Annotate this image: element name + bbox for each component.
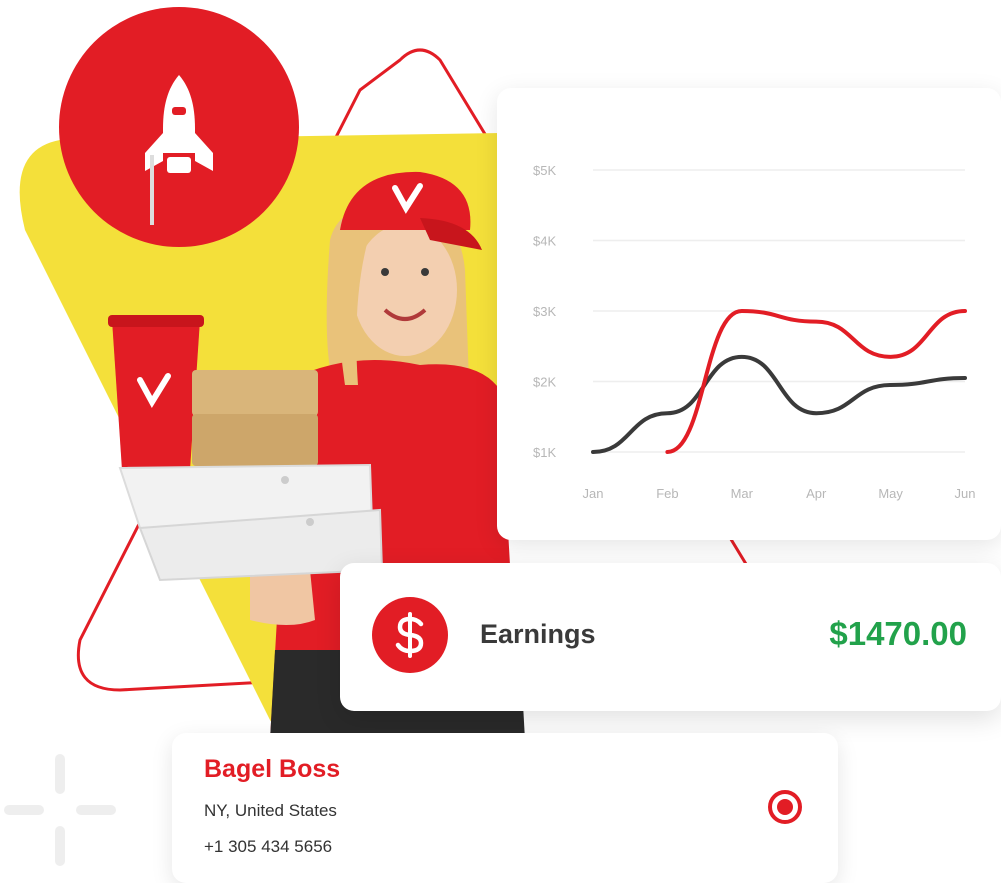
earnings-card[interactable]: Earnings $1470.00 [340, 563, 1001, 711]
x-tick-label: Jun [955, 486, 976, 501]
y-tick-label: $4K [533, 234, 556, 249]
earnings-label: Earnings [480, 619, 596, 650]
y-tick-label: $1K [533, 445, 556, 460]
store-phone: +1 305 434 5656 [204, 837, 332, 857]
store-name: Bagel Boss [204, 755, 340, 784]
y-tick-label: $5K [533, 163, 556, 178]
sparkle-icon [2, 752, 118, 868]
dollar-badge [372, 597, 448, 673]
x-tick-label: Jan [583, 486, 604, 501]
earnings-chart-card: $1K $2K $3K $4K $5K Jan Feb Mar Apr May Jun [497, 88, 1001, 540]
x-tick-label: May [878, 486, 903, 501]
series-line-dark [593, 357, 965, 452]
line-chart: $1K $2K $3K $4K $5K Jan Feb Mar Apr May Jun [497, 88, 1001, 540]
y-tick-label: $3K [533, 304, 556, 319]
y-tick-label: $2K [533, 375, 556, 390]
x-tick-label: Feb [656, 486, 678, 501]
earnings-amount: $1470.00 [829, 615, 967, 653]
store-card[interactable]: Bagel Boss NY, United States +1 305 434 … [172, 733, 838, 883]
x-tick-label: Mar [731, 486, 754, 501]
store-location: NY, United States [204, 801, 337, 821]
record-icon[interactable] [767, 789, 803, 825]
x-tick-label: Apr [806, 486, 827, 501]
dollar-icon [393, 612, 427, 658]
